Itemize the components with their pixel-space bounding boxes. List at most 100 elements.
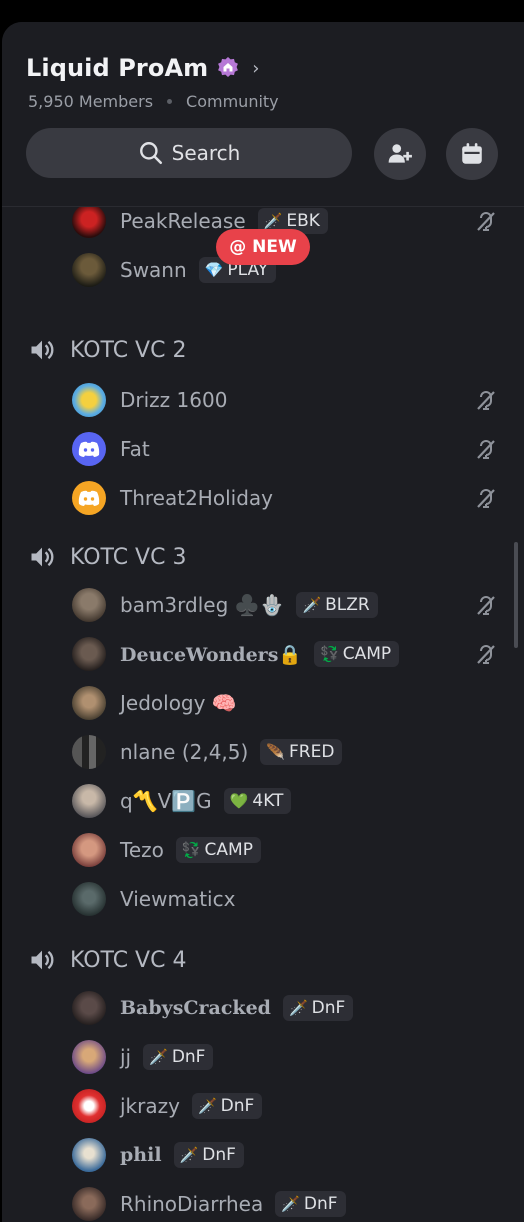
username: BabysCracked <box>120 997 271 1019</box>
avatar <box>72 991 106 1025</box>
avatar <box>72 383 106 417</box>
speaker-icon <box>31 340 54 360</box>
username: nlane (2,4,5) <box>120 740 249 764</box>
deafened-icon <box>477 489 495 508</box>
voice-channel-kotc-vc-3[interactable]: KOTC VC 3 <box>28 543 186 571</box>
voice-user[interactable]: Fat <box>72 431 150 467</box>
username: DeuceWonders🔒 <box>120 643 303 666</box>
clan-tag: 🗡️ DnF <box>173 1142 244 1168</box>
avatar <box>72 833 106 867</box>
voice-channel-kotc-vc-4[interactable]: KOTC VC 4 <box>28 946 186 974</box>
server-type: Community <box>186 92 279 111</box>
channel-name: KOTC VC 4 <box>70 947 187 973</box>
sword-icon: 🗡️ <box>149 1048 168 1066</box>
avatar <box>72 1187 106 1221</box>
username: q〽️V🅿️G <box>120 789 212 813</box>
events-button[interactable] <box>446 128 498 180</box>
separator-dot <box>167 99 173 104</box>
server-panel: Liquid ProAm › 5,950 Members Community S… <box>2 22 524 1222</box>
sword-icon: 🗡️ <box>179 1146 199 1164</box>
clan-tag: 🗡️ DnF <box>143 1044 214 1070</box>
avatar <box>72 686 106 720</box>
avatar <box>72 784 106 818</box>
search-label: Search <box>171 141 241 165</box>
avatar <box>72 253 106 287</box>
username: RhinoDiarrhea <box>120 1192 264 1216</box>
username: Fat <box>120 437 150 461</box>
clan-tag: 💱 CAMP <box>175 837 261 863</box>
server-subtitle: 5,950 Members Community <box>28 92 279 111</box>
username: Threat2Holiday <box>120 486 273 510</box>
username: Drizz 1600 <box>120 388 228 412</box>
new-mentions-pill[interactable]: @ NEW <box>216 229 310 265</box>
search-button[interactable]: Search <box>26 128 352 178</box>
discord-logo-icon <box>78 490 100 506</box>
channel-name: KOTC VC 3 <box>70 544 187 570</box>
voice-user[interactable]: Threat2Holiday <box>72 480 273 516</box>
username: Jedology 🧠 <box>120 691 237 715</box>
feather-icon: 🪶 <box>266 743 286 761</box>
scrollbar[interactable] <box>514 542 518 648</box>
community-badge-icon <box>218 57 239 77</box>
voice-user[interactable]: jj 🗡️ DnF <box>72 1039 214 1075</box>
speaker-icon <box>31 950 54 970</box>
voice-user[interactable]: jkrazy 🗡️ DnF <box>72 1088 263 1124</box>
voice-user[interactable]: Jedology 🧠 <box>72 685 237 721</box>
deafened-icon <box>477 212 495 231</box>
tag-icon: 💱 <box>320 645 339 663</box>
clan-tag: 🗡️ DnF <box>275 1191 346 1217</box>
voice-user[interactable]: RhinoDiarrhea 🗡️ DnF <box>72 1186 346 1222</box>
voice-user[interactable]: BabysCracked 🗡️ DnF <box>72 990 354 1026</box>
avatar <box>72 432 106 466</box>
server-title-row[interactable]: Liquid ProAm › <box>26 54 259 82</box>
avatar <box>72 207 106 238</box>
member-count: 5,950 Members <box>28 92 154 111</box>
server-name: Liquid ProAm <box>26 54 209 82</box>
avatar <box>72 735 106 769</box>
voice-user[interactable]: DeuceWonders🔒 💱 CAMP <box>72 636 400 672</box>
clan-tag: 🗡️ DnF <box>282 995 354 1021</box>
voice-user[interactable]: Drizz 1600 <box>72 382 227 418</box>
sword-icon: 🗡️ <box>281 1195 300 1213</box>
speaker-icon <box>31 547 54 567</box>
avatar <box>72 637 106 671</box>
voice-user[interactable]: Viewmaticx <box>72 881 235 917</box>
sword-icon: 🗡️ <box>197 1097 217 1115</box>
gem-icon: 💎 <box>204 261 224 279</box>
channel-name: KOTC VC 2 <box>70 337 187 363</box>
voice-channel-kotc-vc-2[interactable]: KOTC VC 2 <box>28 336 186 364</box>
clan-tag: 💱 CAMP <box>314 641 400 667</box>
clan-tag: 🪶 FRED <box>260 739 343 765</box>
username: phil <box>120 1144 162 1166</box>
voice-user[interactable]: bam3rdleg ♣️🪬 🗡️ BLZR <box>72 587 378 623</box>
voice-user[interactable]: Tezo 💱 CAMP <box>72 832 261 868</box>
username: Tezo <box>120 838 164 862</box>
search-icon <box>139 142 162 165</box>
avatar <box>72 481 106 515</box>
sword-icon: 🗡️ <box>263 212 283 230</box>
invite-button[interactable] <box>374 128 426 180</box>
username: jj <box>120 1045 132 1069</box>
deafened-icon <box>477 391 495 410</box>
deafened-icon <box>477 440 495 459</box>
avatar <box>72 1138 106 1172</box>
server-header: Liquid ProAm › 5,950 Members Community S… <box>2 22 524 207</box>
gem-icon: 💚 <box>229 792 249 810</box>
voice-channel-list: PeakRelease 🗡️ EBK Swann 💎 PLAY KOTC VC 2 … <box>2 207 524 1222</box>
username: Viewmaticx <box>120 887 236 911</box>
deafened-icon <box>477 596 495 615</box>
discord-logo-icon <box>78 441 100 457</box>
add-user-icon <box>388 144 412 163</box>
deafened-icon <box>477 645 495 664</box>
sword-icon: 🗡️ <box>302 596 322 614</box>
voice-user[interactable]: nlane (2,4,5) 🪶 FRED <box>72 734 343 770</box>
voice-user[interactable]: phil 🗡️ DnF <box>72 1137 244 1173</box>
avatar <box>72 1040 106 1074</box>
avatar <box>72 1089 106 1123</box>
voice-user[interactable]: q〽️V🅿️G 💚 4KT <box>72 783 292 819</box>
username: jkrazy <box>120 1094 180 1118</box>
username: bam3rdleg ♣️🪬 <box>120 593 285 617</box>
sword-icon: 🗡️ <box>288 999 308 1017</box>
calendar-icon <box>462 143 482 164</box>
avatar <box>72 588 106 622</box>
